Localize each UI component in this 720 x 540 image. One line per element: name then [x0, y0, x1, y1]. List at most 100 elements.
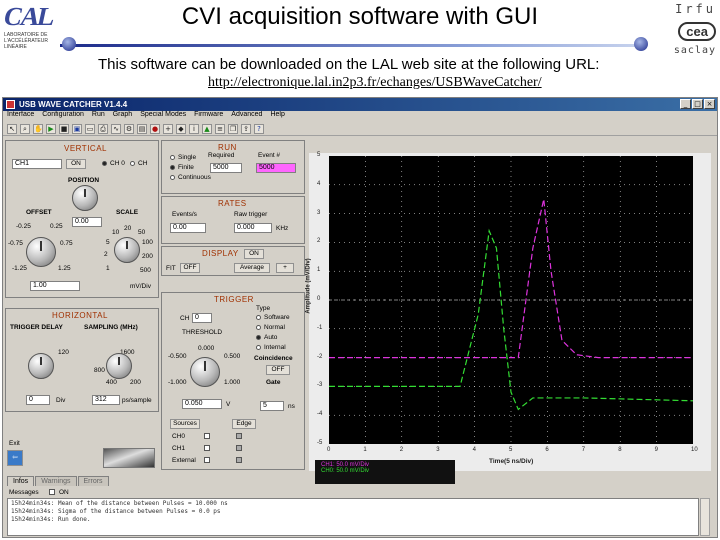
maximize-button[interactable]: □ — [692, 99, 703, 109]
list-icon[interactable]: ≡ — [215, 123, 225, 134]
window-icon[interactable]: ❐ — [228, 123, 238, 134]
run-title: RUN — [218, 143, 237, 152]
edge-ch0-toggle[interactable] — [236, 433, 242, 439]
source-ch1-checkbox[interactable] — [204, 445, 210, 451]
tab-warnings[interactable]: Warnings — [35, 476, 77, 486]
event-label: Event # — [258, 152, 281, 159]
download-link[interactable]: http://electronique.lal.in2p3.fr/echange… — [208, 75, 542, 91]
config-icon[interactable]: ⚙ — [124, 123, 134, 134]
sampling-label: SAMPLING (MHz) — [84, 324, 138, 331]
open-icon[interactable]: ▭ — [85, 123, 95, 134]
y-tick-label: -5 — [317, 440, 323, 446]
menu-help[interactable]: Help — [270, 111, 284, 122]
messages-checkbox[interactable] — [49, 489, 55, 495]
menu-special-modes[interactable]: Special Modes — [140, 111, 186, 122]
sampling-knob[interactable] — [106, 353, 132, 379]
x-tick-label: 9 — [654, 447, 658, 453]
irfu-logo: Irfu cea saclay — [664, 2, 716, 56]
ch0-trace — [329, 228, 694, 411]
offset-knob[interactable] — [26, 237, 56, 267]
continuous-radio[interactable] — [170, 175, 175, 180]
channel-select[interactable]: CH1 — [12, 159, 62, 169]
edge-ch1-toggle[interactable] — [236, 445, 242, 451]
zoom-tool-icon[interactable]: ⌕ — [20, 123, 30, 134]
trigger-ch-label: CH — [180, 315, 190, 322]
info-icon[interactable]: i — [189, 123, 199, 134]
position-knob[interactable] — [72, 185, 98, 211]
edge-external-toggle[interactable] — [236, 457, 242, 463]
export-icon[interactable]: ⇪ — [241, 123, 251, 134]
messages-scrollbar[interactable] — [700, 498, 710, 536]
ch1-radio[interactable] — [130, 161, 135, 166]
trigger-delay-value[interactable]: 0 — [26, 395, 50, 405]
finite-radio[interactable] — [170, 165, 175, 170]
pointer-tool-icon[interactable]: ↖ — [7, 123, 17, 134]
source-external-checkbox[interactable] — [204, 457, 210, 463]
close-button[interactable]: × — [704, 99, 715, 109]
software-radio[interactable] — [256, 315, 261, 320]
scale-value[interactable]: 1.00 — [30, 281, 80, 291]
run-icon[interactable]: ▶ — [46, 123, 56, 134]
fit-off-button[interactable]: OFF — [180, 263, 200, 273]
app-window: USB WAVE CATCHER V1.4.4 _ □ × Interface … — [2, 97, 718, 538]
threshold-value[interactable]: 0.050 — [182, 399, 222, 409]
tab-errors[interactable]: Errors — [77, 476, 109, 486]
threshold-knob[interactable] — [190, 357, 220, 387]
cursor-icon[interactable]: + — [163, 123, 173, 134]
minimize-button[interactable]: _ — [680, 99, 691, 109]
edge-button[interactable]: Edge — [232, 419, 256, 429]
trigger-delay-unit: Div — [56, 397, 66, 404]
menu-configuration[interactable]: Configuration — [42, 111, 84, 122]
stop-icon[interactable]: ■ — [59, 123, 69, 134]
offset-value[interactable]: 0.00 — [72, 217, 102, 227]
threshold-tick: 0.500 — [224, 353, 241, 360]
cursor-readout: CH1: 50.0 mV/Div CH0: 50.0 mV/Div — [315, 460, 455, 484]
coincidence-label: Coincidence — [254, 355, 293, 362]
print-icon[interactable]: ⎙ — [98, 123, 108, 134]
messages-log[interactable]: 15h24min34s: Mean of the distance betwee… — [7, 498, 699, 536]
menu-interface[interactable]: Interface — [7, 111, 34, 122]
irfu-text: Irfu — [675, 2, 716, 16]
exit-button[interactable]: ⇦ — [7, 450, 23, 466]
record-icon[interactable]: ● — [150, 123, 160, 134]
single-radio[interactable] — [170, 155, 175, 160]
required-input[interactable]: 5000 — [210, 163, 242, 173]
scale-tick: 1 — [106, 265, 110, 272]
waveform-graph[interactable]: Amplitude (mV/Div) 5 4 3 2 1 0 -1 -2 -3 -4 -5 0123… — [306, 152, 711, 471]
coincidence-button[interactable]: OFF — [266, 365, 290, 375]
plot-area[interactable] — [329, 156, 694, 444]
menu-run[interactable]: Run — [92, 111, 105, 122]
scale-tick: 200 — [142, 253, 153, 260]
gate-value[interactable]: 5 — [260, 401, 284, 411]
marker-icon[interactable]: ◆ — [176, 123, 186, 134]
scale-tick: 100 — [142, 239, 153, 246]
save-icon[interactable]: ▣ — [72, 123, 82, 134]
scale-knob[interactable] — [114, 237, 140, 263]
tab-infos[interactable]: Infos — [7, 476, 35, 486]
ch0-radio[interactable] — [102, 161, 107, 166]
window-titlebar[interactable]: USB WAVE CATCHER V1.4.4 _ □ × — [3, 98, 717, 111]
add-display-button[interactable]: + — [276, 263, 294, 273]
menu-advanced[interactable]: Advanced — [231, 111, 262, 122]
display-on-button[interactable]: ON — [244, 249, 264, 259]
logo-image — [103, 448, 155, 468]
help-icon[interactable]: ? — [254, 123, 264, 134]
table-icon[interactable]: ▤ — [137, 123, 147, 134]
average-button[interactable]: Average — [234, 263, 270, 273]
sources-button[interactable]: Sources — [170, 419, 200, 429]
internal-radio[interactable] — [256, 345, 261, 350]
menubar: Interface Configuration Run Graph Specia… — [3, 111, 717, 122]
menu-graph[interactable]: Graph — [113, 111, 132, 122]
source-ch0-checkbox[interactable] — [204, 433, 210, 439]
auto-radio[interactable] — [256, 335, 261, 340]
channel-on-button[interactable]: ON — [66, 159, 86, 169]
trigger-delay-knob[interactable] — [28, 353, 54, 379]
window-title: USB WAVE CATCHER V1.4.4 — [19, 100, 128, 109]
chart-icon[interactable]: ▲ — [202, 123, 212, 134]
normal-radio[interactable] — [256, 325, 261, 330]
graph-icon[interactable]: ∿ — [111, 123, 121, 134]
trigger-ch-value[interactable]: 0 — [192, 313, 212, 323]
menu-firmware[interactable]: Firmware — [194, 111, 223, 122]
y-tick-label: 2 — [317, 238, 321, 245]
hand-tool-icon[interactable]: ✋ — [33, 123, 43, 134]
